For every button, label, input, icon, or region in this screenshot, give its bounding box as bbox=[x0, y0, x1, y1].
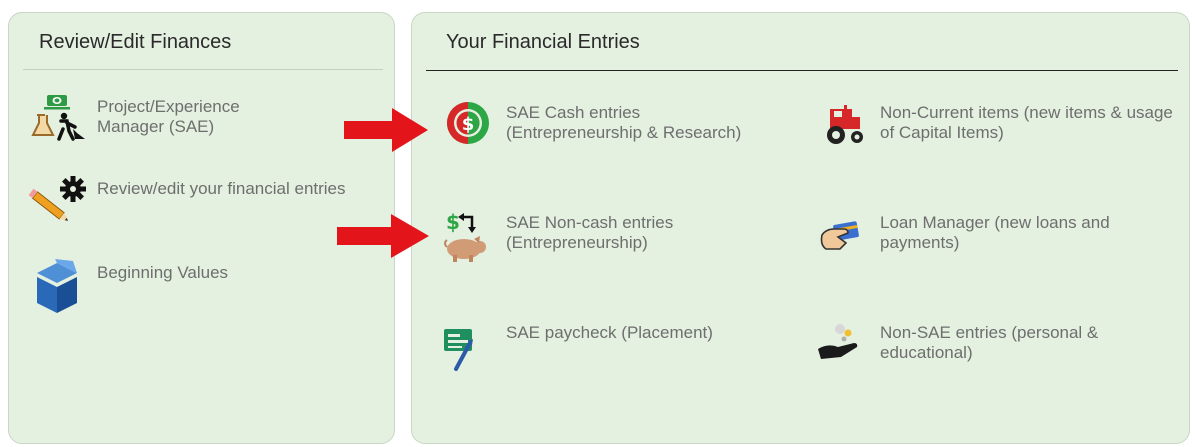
cube-icon bbox=[27, 259, 87, 313]
svg-text:$: $ bbox=[462, 114, 475, 135]
red-arrow-cash-entries bbox=[344, 108, 428, 152]
your-financial-entries-panel: Your Financial Entries $ SAE Cash entrie… bbox=[411, 12, 1190, 444]
svg-text:$: $ bbox=[446, 210, 460, 234]
sae-cash-entries-link[interactable]: $ SAE Cash entries (Entrepreneurship & R… bbox=[436, 99, 746, 147]
sae-non-cash-entries-label: SAE Non-cash entries (Entrepreneurship) bbox=[506, 213, 674, 252]
tractor-icon bbox=[810, 99, 870, 147]
loan-manager-label: Loan Manager (new loans and payments) bbox=[880, 213, 1110, 252]
sae-non-cash-entries-link[interactable]: $ SAE Non-cash entries (Entrepreneurship… bbox=[436, 209, 746, 262]
non-current-items-link[interactable]: Non-Current items (new items & usage of … bbox=[810, 99, 1180, 147]
non-sae-entries-label: Non-SAE entries (personal & educational) bbox=[880, 323, 1099, 362]
non-current-items-label: Non-Current items (new items & usage of … bbox=[880, 103, 1173, 142]
dollar-pig-icon: $ bbox=[436, 209, 496, 262]
panel-title-financial-entries: Your Financial Entries bbox=[446, 31, 640, 53]
sae-paycheck-link[interactable]: SAE paycheck (Placement) bbox=[436, 319, 776, 371]
dollar-coin-icon: $ bbox=[436, 99, 496, 147]
loan-manager-link[interactable]: Loan Manager (new loans and payments) bbox=[810, 209, 1180, 257]
title-divider bbox=[23, 69, 383, 70]
review-edit-entries-link[interactable]: Review/edit your financial entries bbox=[27, 175, 357, 223]
non-sae-entries-link[interactable]: Non-SAE entries (personal & educational) bbox=[810, 319, 1180, 367]
panel-title-review-edit: Review/Edit Finances bbox=[39, 31, 232, 53]
hand-coins-icon bbox=[810, 319, 870, 367]
beginning-values-label: Beginning Values bbox=[97, 263, 229, 282]
review-edit-entries-label: Review/edit your financial entries bbox=[97, 179, 346, 198]
project-experience-manager-link[interactable]: Project/Experience Manager (SAE) bbox=[27, 93, 297, 141]
beginning-values-link[interactable]: Beginning Values bbox=[27, 259, 317, 313]
card-hand-icon bbox=[810, 209, 870, 257]
title-divider bbox=[426, 70, 1178, 71]
project-experience-manager-label: Project/Experience Manager (SAE) bbox=[97, 97, 240, 136]
sae-cash-entries-label: SAE Cash entries (Entrepreneurship & Res… bbox=[506, 103, 742, 142]
pencil-gear-icon bbox=[27, 175, 87, 223]
paycheck-icon bbox=[436, 319, 496, 371]
sae-paycheck-label: SAE paycheck (Placement) bbox=[506, 323, 713, 342]
red-arrow-non-cash-entries bbox=[337, 214, 429, 258]
project-manager-icon bbox=[27, 93, 87, 141]
